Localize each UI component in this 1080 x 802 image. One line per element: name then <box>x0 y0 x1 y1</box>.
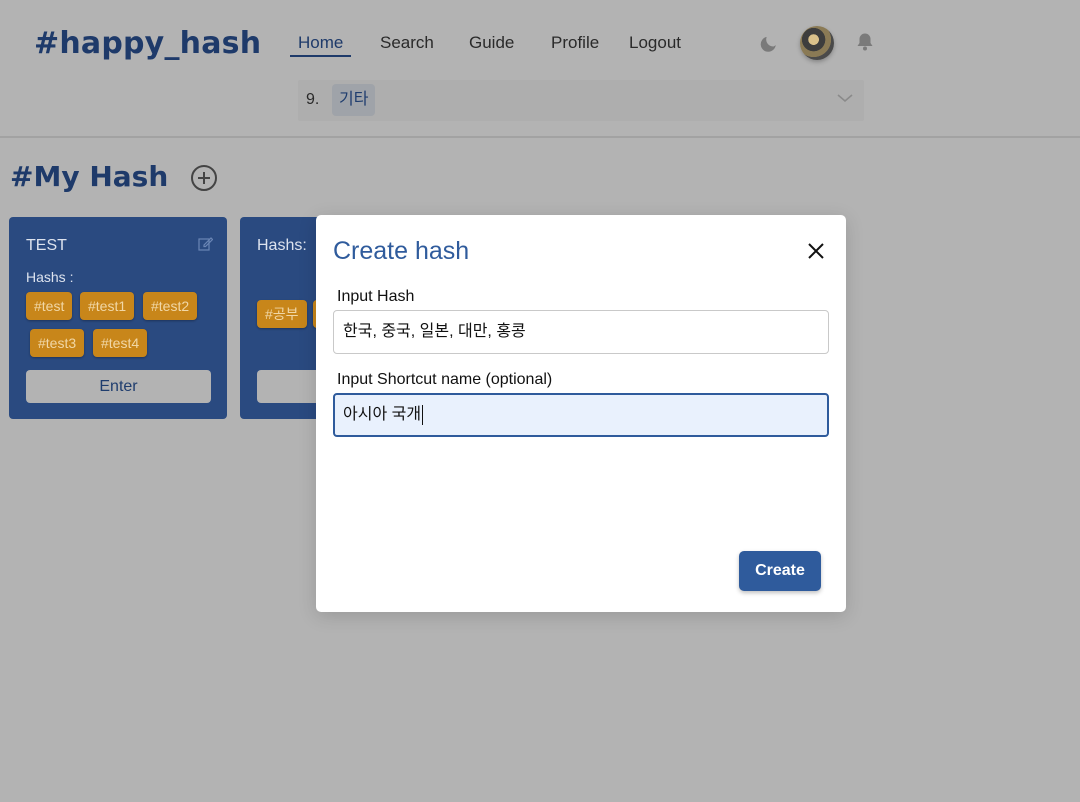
category-chip[interactable]: 기타 <box>332 84 376 116</box>
edit-icon[interactable] <box>198 236 214 256</box>
close-icon[interactable] <box>807 242 825 265</box>
hash-tag[interactable]: #공부 <box>257 300 307 328</box>
hash-tag[interactable]: #test1 <box>80 292 135 320</box>
hash-tag[interactable]: #test3 <box>30 329 85 357</box>
app-logo[interactable]: #happy_hash <box>34 26 261 61</box>
text-caret <box>422 404 424 425</box>
category-number: 9. <box>306 91 320 108</box>
hash-input-value: 한국, 중국, 일본, 대만, 홍콩 <box>343 323 526 340</box>
section-title: #My Hash <box>10 160 169 193</box>
hash-card: TEST Hashs : #test #test1 #test2 #test3 … <box>9 217 227 419</box>
nav-home[interactable]: Home <box>298 33 343 53</box>
hash-tag[interactable]: #test2 <box>143 292 198 320</box>
shortcut-input-label: Input Shortcut name (optional) <box>337 371 553 388</box>
avatar[interactable] <box>800 26 834 60</box>
chevron-down-icon[interactable] <box>836 91 854 109</box>
enter-button[interactable]: Enter <box>26 370 211 403</box>
bell-icon[interactable] <box>856 32 874 57</box>
add-hash-icon[interactable] <box>190 164 218 197</box>
hash-tag[interactable]: #test <box>26 292 73 320</box>
card-hash-label: Hashs : <box>26 269 74 285</box>
card-title: TEST <box>26 237 67 254</box>
nav-active-underline <box>290 55 351 57</box>
create-hash-modal: Create hash Input Hash 한국, 중국, 일본, 대만, 홍… <box>316 215 846 612</box>
hash-input[interactable]: 한국, 중국, 일본, 대만, 홍콩 <box>333 310 829 354</box>
nav-profile[interactable]: Profile <box>551 33 599 53</box>
hash-input-label: Input Hash <box>337 288 415 305</box>
hash-tag[interactable]: #test4 <box>93 329 148 357</box>
nav-logout[interactable]: Logout <box>629 33 681 53</box>
top-navbar: #happy_hash Home Search Guide Profile Lo… <box>0 0 1080 138</box>
shortcut-input-value: 아시아 국개 <box>343 406 422 423</box>
modal-title: Create hash <box>333 237 470 265</box>
category-select[interactable]: 9. 기타 <box>298 80 864 121</box>
nav-search[interactable]: Search <box>380 33 434 53</box>
create-button[interactable]: Create <box>739 551 821 591</box>
card-title: Hashs: <box>257 237 307 254</box>
shortcut-input[interactable]: 아시아 국개 <box>333 393 829 437</box>
nav-guide[interactable]: Guide <box>469 33 514 53</box>
moon-icon[interactable] <box>760 32 780 57</box>
